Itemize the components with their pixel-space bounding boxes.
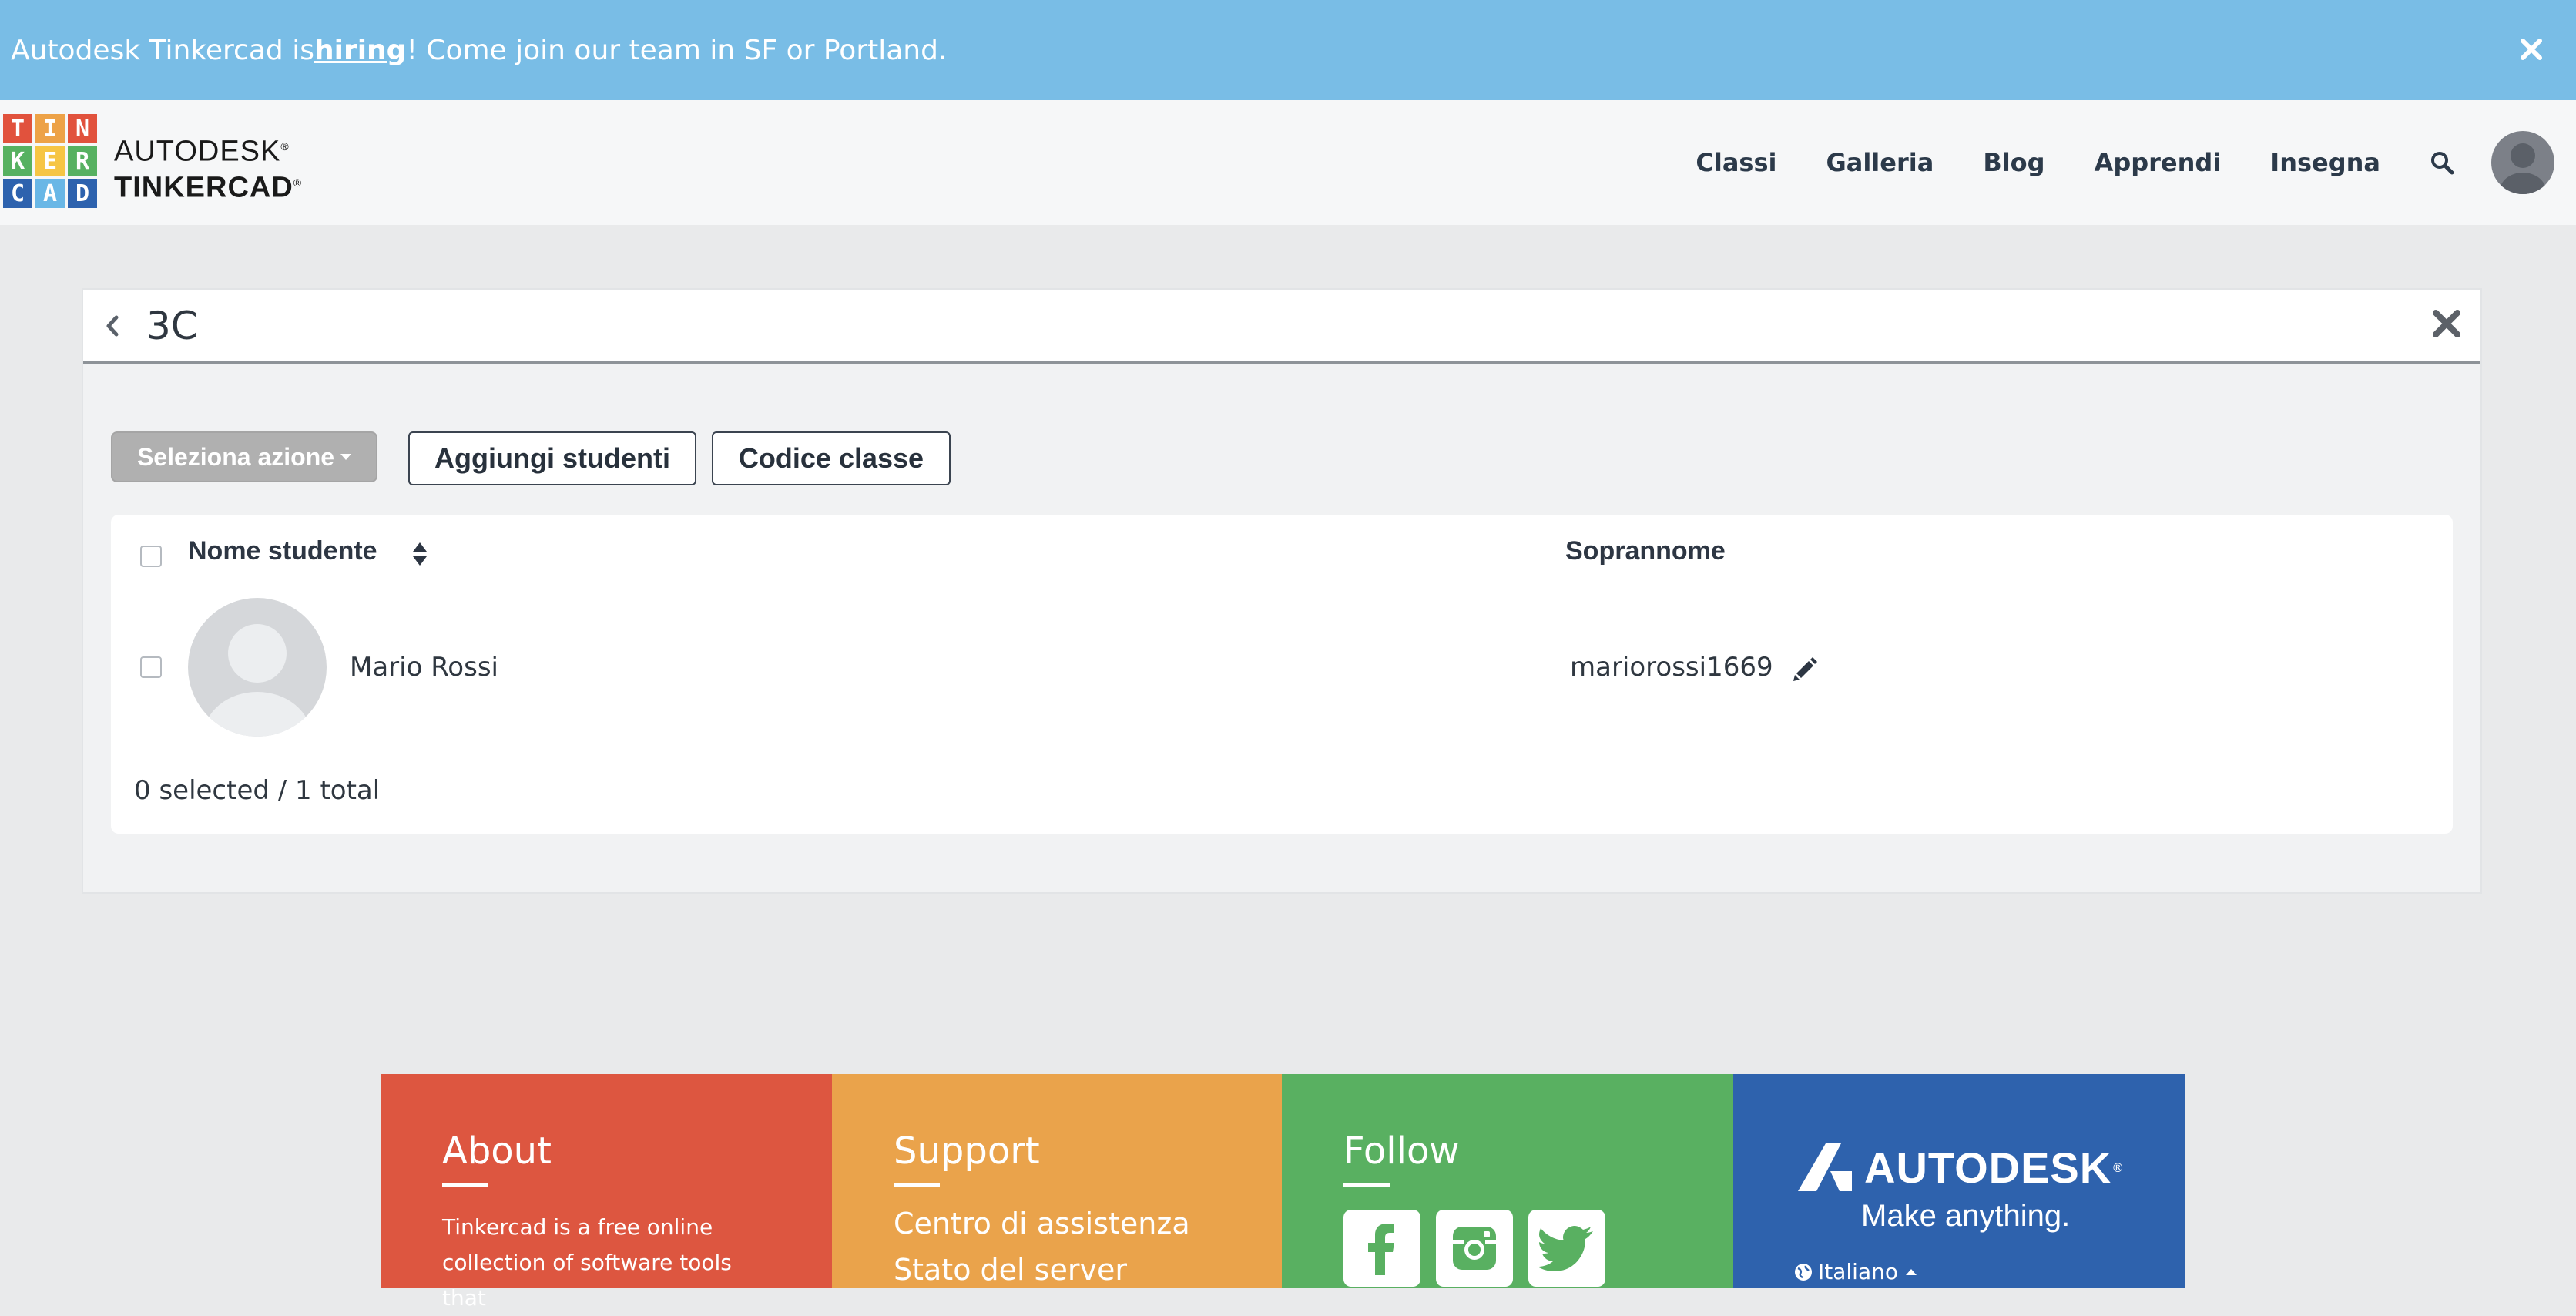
globe-icon [1795, 1263, 1812, 1281]
footer-divider [1343, 1183, 1390, 1187]
instagram-icon [1453, 1227, 1496, 1270]
footer-about-text: Tinkercad is a free online collection of… [442, 1214, 732, 1311]
twitter-link[interactable] [1528, 1210, 1605, 1287]
student-name: Mario Rossi [350, 652, 498, 683]
logo-tile: I [35, 114, 65, 143]
select-action-dropdown[interactable]: Seleziona azione [111, 431, 377, 482]
nav-item-apprendi[interactable]: Apprendi [2095, 148, 2222, 177]
tinkercad-logo-tiles[interactable]: T I N K E R C A D [3, 114, 97, 208]
language-selector[interactable]: Italiano [1793, 1259, 1918, 1284]
sort-icon [413, 542, 427, 566]
logo-tile: C [3, 179, 32, 208]
class-panel: 3C Seleziona azione Aggiungi studenti Co… [82, 288, 2482, 894]
footer-link-server-status[interactable]: Stato del server [894, 1253, 1127, 1287]
user-silhouette-icon [2500, 143, 2546, 194]
select-action-label: Seleziona azione [136, 442, 335, 471]
brand-reg-mark: ® [2111, 1160, 2125, 1175]
caret-down-icon [340, 454, 352, 460]
logo-tile: A [35, 179, 65, 208]
student-avatar [188, 598, 327, 737]
logo-tile: K [3, 146, 32, 176]
footer-brand: AUTODESK ® Make anything. Italiano [1733, 1074, 2185, 1288]
logo-line2: TINKERCAD [114, 171, 293, 204]
logo-reg-mark: ® [293, 176, 303, 189]
column-header-name[interactable]: Nome studente [188, 536, 377, 566]
search-icon [2431, 152, 2454, 175]
twitter-icon [1539, 1226, 1593, 1271]
column-header-nickname: Soprannome [1565, 536, 1726, 566]
footer-divider [442, 1183, 488, 1187]
user-silhouette-icon [203, 624, 311, 737]
banner-close-button[interactable] [2508, 26, 2554, 72]
add-students-button[interactable]: Aggiungi studenti [408, 431, 696, 485]
class-code-button[interactable]: Codice classe [712, 431, 951, 485]
footer-support-title: Support [894, 1130, 1040, 1173]
logo-reg-mark: ® [280, 140, 290, 153]
announcement-banner: Autodesk Tinkercad is hiring! Come join … [0, 0, 2576, 100]
student-nickname: mariorossi1669 [1570, 652, 1773, 683]
footer-about-title: About [442, 1130, 552, 1173]
caret-up-icon [1906, 1268, 1917, 1275]
logo-tile: R [68, 146, 97, 176]
nav-links: Classi Galleria Blog Apprendi Insegna [1696, 100, 2576, 225]
brand-tagline: Make anything. [1861, 1199, 2071, 1233]
banner-hiring-link[interactable]: hiring [314, 35, 406, 66]
user-avatar[interactable] [2491, 131, 2554, 194]
nav-item-blog[interactable]: Blog [1983, 148, 2044, 177]
logo-wordmark[interactable]: AUTODESK® TINKERCAD® [114, 131, 302, 203]
close-icon [2521, 39, 2542, 60]
footer-about: About Tinkercad is a free online collect… [381, 1074, 832, 1311]
autodesk-mark-icon [1798, 1143, 1852, 1191]
footer-divider [894, 1183, 940, 1187]
back-button[interactable] [103, 313, 120, 342]
autodesk-logo[interactable]: AUTODESK ® [1796, 1142, 2124, 1193]
class-header: 3C [83, 290, 2480, 364]
footer-link-help-center[interactable]: Centro di assistenza [894, 1207, 1190, 1240]
footer-follow-title: Follow [1343, 1130, 1460, 1173]
banner-text-before: Autodesk Tinkercad is [11, 34, 314, 66]
footer-follow: Follow [1282, 1074, 1733, 1288]
top-navigation: T I N K E R C A D AUTODESK® TINKERCAD® C… [0, 100, 2576, 225]
logo-tile: N [68, 114, 97, 143]
facebook-link[interactable] [1343, 1210, 1420, 1287]
edit-nickname-button[interactable] [1792, 656, 1818, 686]
selection-summary: 0 selected / 1 total [134, 775, 381, 806]
action-bar: Seleziona azione Aggiungi studenti Codic… [111, 431, 951, 485]
logo-tile: D [68, 179, 97, 208]
footer-support: Support Centro di assistenza Stato del s… [832, 1074, 1283, 1288]
sort-button[interactable] [411, 541, 428, 570]
facebook-icon [1368, 1224, 1394, 1275]
class-title: 3C [146, 304, 198, 348]
instagram-link[interactable] [1436, 1210, 1513, 1287]
select-all-checkbox[interactable] [140, 546, 162, 567]
nav-item-classi[interactable]: Classi [1696, 148, 1776, 177]
search-button[interactable] [2430, 150, 2454, 175]
banner-text-after: ! Come join our team in SF or Portland. [406, 34, 948, 66]
logo-tile: T [3, 114, 32, 143]
nav-item-insegna[interactable]: Insegna [2270, 148, 2380, 177]
chevron-left-icon [106, 315, 119, 337]
brand-name: AUTODESK [1864, 1143, 2112, 1192]
close-icon [2433, 310, 2460, 337]
logo-tile: E [35, 146, 65, 176]
pencil-icon [1793, 657, 1817, 681]
logo-line1: AUTODESK [114, 135, 281, 168]
nav-item-galleria[interactable]: Galleria [1826, 148, 1934, 177]
panel-close-button[interactable] [2431, 308, 2462, 342]
language-label: Italiano [1818, 1259, 1898, 1284]
students-table: Nome studente Soprannome Mario Rossi mar… [111, 515, 2453, 834]
row-checkbox[interactable] [140, 656, 162, 678]
